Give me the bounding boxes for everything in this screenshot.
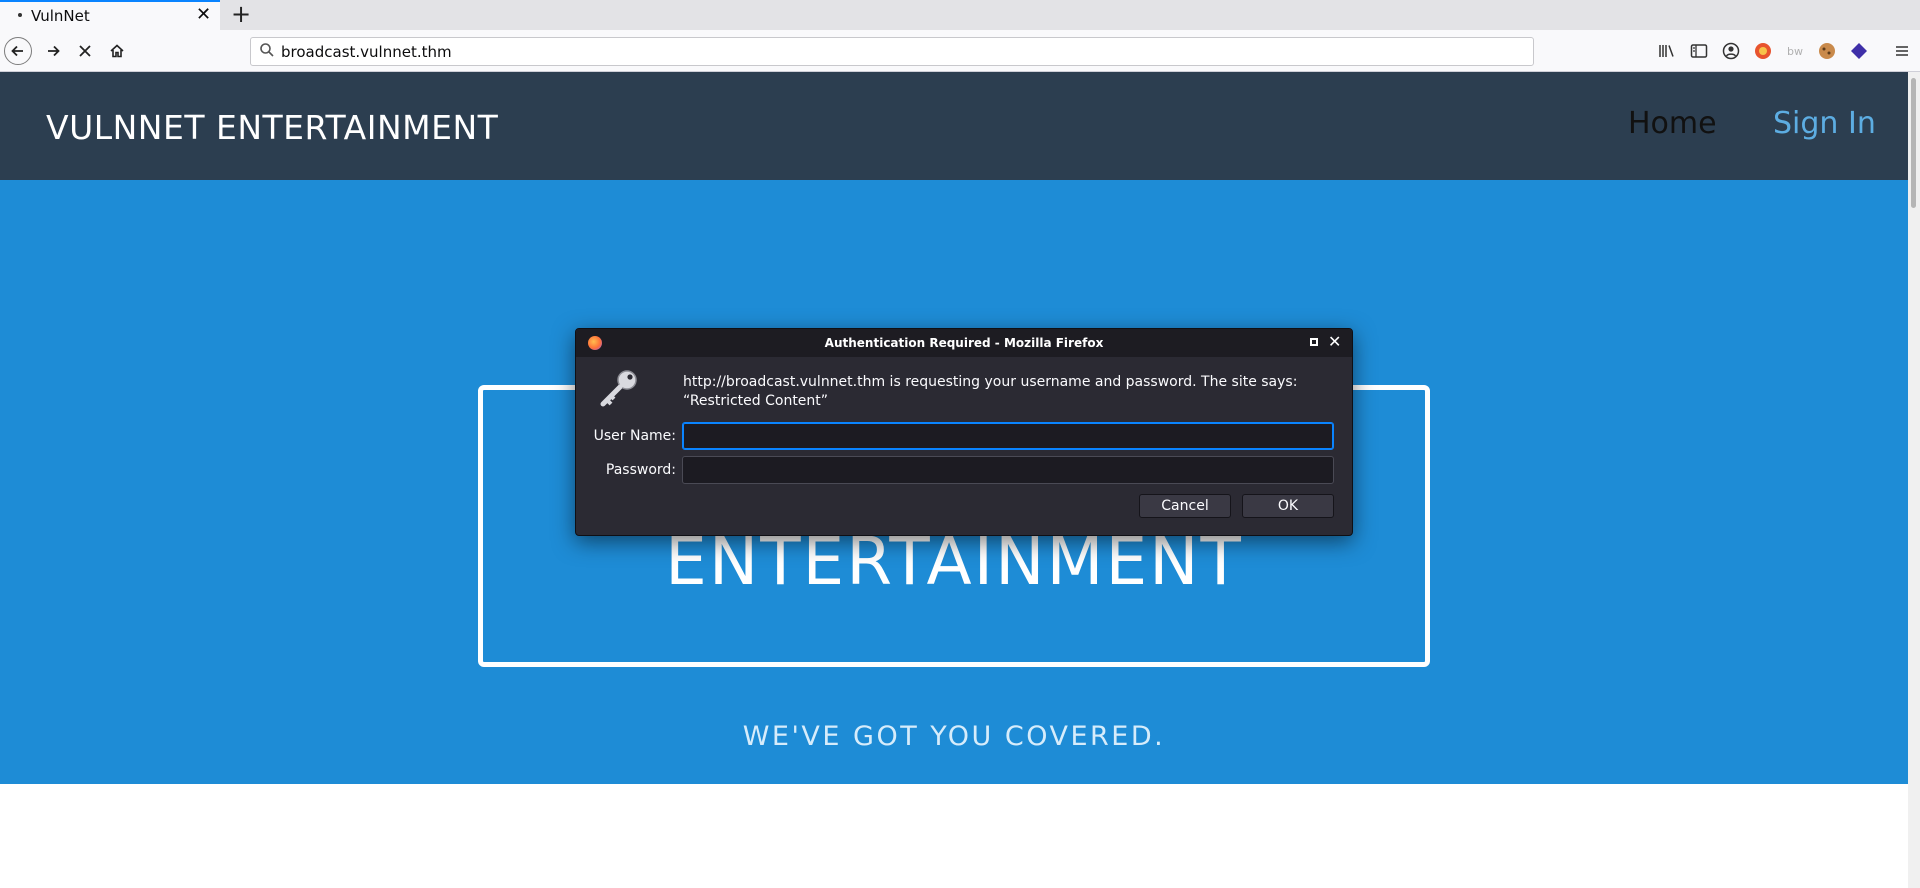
maximize-icon[interactable]: [1310, 338, 1318, 346]
password-field[interactable]: [682, 456, 1334, 484]
back-arrow-icon: [11, 45, 23, 57]
search-icon: [259, 42, 275, 62]
account-icon[interactable]: [1721, 41, 1741, 61]
key-icon: [598, 367, 642, 415]
new-tab-icon[interactable]: +: [231, 1, 251, 27]
library-icon[interactable]: [1657, 41, 1677, 61]
site-header: VULNNET ENTERTAINMENT Home Sign In: [0, 72, 1908, 180]
hero-subtitle: WE'VE GOT YOU COVERED.: [742, 721, 1166, 752]
cancel-button[interactable]: Cancel: [1139, 494, 1231, 518]
home-button[interactable]: [102, 36, 132, 66]
stop-icon: [79, 45, 91, 57]
username-field[interactable]: [682, 422, 1334, 450]
forward-button[interactable]: [38, 36, 68, 66]
navigation-toolbar: broadcast.vulnnet.thm bw: [0, 30, 1920, 72]
dialog-close-icon[interactable]: ✕: [1328, 332, 1341, 352]
cookie-extension-icon[interactable]: [1817, 41, 1837, 61]
nav-link-home[interactable]: Home: [1628, 106, 1717, 141]
username-label: User Name:: [593, 428, 676, 444]
nav-link-sign-in[interactable]: Sign In: [1773, 106, 1876, 141]
tab-close-icon[interactable]: ✕: [196, 5, 211, 25]
password-label: Password:: [605, 462, 676, 478]
hamburger-menu-icon[interactable]: [1892, 41, 1912, 61]
extension-icon-1[interactable]: [1753, 41, 1773, 61]
site-brand[interactable]: VULNNET ENTERTAINMENT: [46, 108, 498, 147]
stop-button[interactable]: [70, 36, 100, 66]
forward-arrow-icon: [48, 45, 60, 57]
extension-icon-3[interactable]: [1849, 41, 1869, 61]
extension-icon-2[interactable]: bw: [1785, 41, 1805, 61]
sidebar-icon[interactable]: [1689, 41, 1709, 61]
dialog-title: Authentication Required - Mozilla Firefo…: [824, 336, 1104, 350]
back-button[interactable]: [4, 37, 32, 65]
auth-dialog: Authentication Required - Mozilla Firefo…: [575, 328, 1353, 536]
home-icon: [110, 44, 124, 58]
scrollbar-thumb[interactable]: [1911, 78, 1916, 208]
dialog-message: http://broadcast.vulnnet.thm is requesti…: [683, 374, 1298, 409]
ok-button[interactable]: OK: [1242, 494, 1334, 518]
dialog-titlebar[interactable]: Authentication Required - Mozilla Firefo…: [576, 329, 1352, 357]
address-bar[interactable]: broadcast.vulnnet.thm: [250, 37, 1534, 66]
url-text: broadcast.vulnnet.thm: [281, 43, 452, 61]
tab-vulnnet[interactable]: VulnNet ✕: [0, 0, 220, 30]
tab-title: VulnNet: [31, 7, 90, 25]
page-scrollbar[interactable]: [1908, 72, 1920, 888]
loading-dot-icon: [18, 13, 22, 17]
tab-strip: VulnNet ✕ +: [0, 0, 1920, 30]
